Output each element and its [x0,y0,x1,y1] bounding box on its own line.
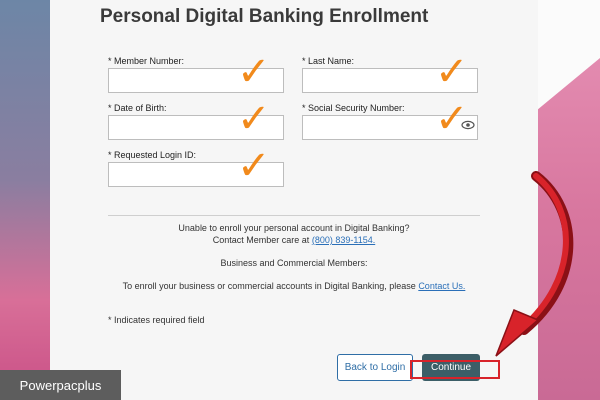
member-number-check-icon: ✓ [237,49,271,95]
enroll-help-text: Unable to enroll your personal account i… [178,223,410,233]
last-name-label: * Last Name: [302,56,355,66]
show-ssn-eye-icon[interactable] [461,119,475,131]
required-note: * Indicates required field [108,315,205,325]
ssn-label: * Social Security Number: [302,103,405,113]
contact-prefix: Contact Member care at [212,235,310,245]
business-text: To enroll your business or commercial ac… [122,281,416,291]
member-number-label: * Member Number: [108,56,185,66]
dob-check-icon: ✓ [237,96,271,142]
contact-us-link[interactable]: Contact Us. [418,281,465,291]
contact-line: Contact Member care at (800) 839-1154. [108,235,480,245]
background-left [0,0,50,400]
last-name-check-icon: ✓ [435,49,469,95]
page-title: Personal Digital Banking Enrollment [100,6,429,27]
business-heading: Business and Commercial Members: [220,258,368,268]
login-id-check-icon: ✓ [237,143,271,189]
login-id-label: * Requested Login ID: [108,150,197,160]
business-text-line: To enroll your business or commercial ac… [108,281,480,291]
section-divider [108,215,480,216]
phone-link[interactable]: (800) 839-1154. [312,235,375,245]
pointer-arrow-icon [495,171,574,357]
watermark: Powerpacplus [0,370,121,400]
back-to-login-button[interactable]: Back to Login [337,354,413,381]
dob-label: * Date of Birth: [108,103,167,113]
